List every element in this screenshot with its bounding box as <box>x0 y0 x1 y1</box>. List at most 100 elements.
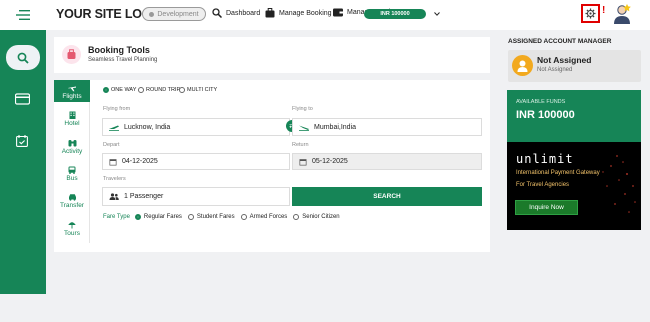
luggage-icon <box>67 49 76 59</box>
tab-flights[interactable]: Flights <box>54 80 90 102</box>
users-icon <box>109 193 119 200</box>
fare-regular-radio[interactable] <box>134 214 141 220</box>
booking-tools-card <box>54 37 490 73</box>
tab-flights-label: Flights <box>62 93 82 100</box>
fare-student-radio[interactable] <box>187 214 194 220</box>
trip-type-round-trip[interactable]: ROUND TRIP <box>138 87 180 93</box>
sidebar-item-wallet[interactable] <box>15 93 30 105</box>
flying-to-value: Mumbai,India <box>314 123 357 131</box>
booking-tools-title: Booking Tools <box>88 45 150 55</box>
flying-from-input[interactable]: Lucknow, India <box>102 118 290 136</box>
tab-bus[interactable]: Bus <box>54 166 90 182</box>
depart-date-value: 04-12-2025 <box>122 158 158 165</box>
booking-tabs <box>54 80 90 243</box>
flying-from-label: Flying from <box>103 106 131 112</box>
manager-name: Not Assigned <box>537 55 592 65</box>
inquire-now-button[interactable]: Inquire Now <box>515 200 578 215</box>
alert-icon: ! <box>602 5 606 16</box>
nav-manage-booking-label: Manage Booking <box>279 9 332 17</box>
umbrella-icon <box>68 222 76 229</box>
calendar-check-icon <box>16 135 28 147</box>
tab-tours-label: Tours <box>64 230 80 237</box>
return-label: Return <box>292 142 309 148</box>
trip-type-multi-city-label: MULTI CITY <box>187 87 218 93</box>
travelers-label: Travelers <box>103 176 126 182</box>
landing-icon <box>299 125 309 131</box>
booking-tools-subtitle: Seamless Travel Planning <box>88 57 158 63</box>
hamburger-icon <box>16 10 30 20</box>
nav-dashboard-label: Dashboard <box>226 9 261 17</box>
calendar-icon <box>299 158 307 165</box>
fare-type-row: Fare Type Regular Fares Student Fares Ar… <box>103 214 340 220</box>
ad-line-1: International Payment Gateway <box>516 170 600 176</box>
fare-armed-forces-label: Armed Forces <box>249 214 288 220</box>
footer-left <box>0 294 46 322</box>
depart-date-input[interactable]: 04-12-2025 <box>102 153 290 170</box>
tab-activity[interactable]: Activity <box>54 139 90 155</box>
fare-type-label: Fare Type <box>103 214 130 220</box>
flying-to-input[interactable]: Mumbai,India <box>292 118 482 136</box>
footer <box>46 294 650 322</box>
takeoff-icon <box>109 125 119 131</box>
environment-badge: Development <box>142 7 206 21</box>
travelers-input[interactable]: 1 Passenger <box>102 187 290 206</box>
settings-button[interactable] <box>581 4 600 23</box>
chevron-down-icon <box>434 12 440 16</box>
tab-bus-label: Bus <box>66 175 78 182</box>
hotel-icon <box>69 111 75 119</box>
manager-avatar <box>512 55 533 76</box>
plane-icon <box>68 86 76 92</box>
return-date-input[interactable]: 05-12-2025 <box>292 153 482 170</box>
sidebar-item-search[interactable] <box>6 45 40 70</box>
fare-senior-radio[interactable] <box>293 214 300 220</box>
radio-icon <box>103 87 109 93</box>
sidebar-item-calendar[interactable] <box>16 135 28 147</box>
depart-label: Depart <box>103 142 120 148</box>
environment-label: Development <box>157 10 199 18</box>
ad-line-2: For Travel Agencies <box>516 182 570 188</box>
status-dot-icon <box>149 11 155 17</box>
user-avatar[interactable] <box>612 3 632 25</box>
booking-tools-icon <box>62 45 81 64</box>
funds-badge[interactable]: INR 100000 <box>364 9 440 19</box>
tab-transfer-label: Transfer <box>60 202 84 209</box>
car-icon <box>68 194 76 201</box>
available-funds-value: INR 100000 <box>516 109 575 121</box>
wallet-icon <box>333 8 343 17</box>
return-date-value: 05-12-2025 <box>312 158 348 165</box>
nav-manage-booking[interactable]: Manage Booking <box>265 8 332 18</box>
account-manager-heading: ASSIGNED ACCOUNT MANAGER <box>508 38 612 45</box>
travelers-value: 1 Passenger <box>124 193 164 200</box>
flying-to-label: Flying to <box>292 106 313 112</box>
available-funds-label: AVAILABLE FUNDS <box>516 99 566 105</box>
radio-icon <box>138 87 144 93</box>
trip-type-multi-city[interactable]: MULTI CITY <box>179 87 217 93</box>
fare-regular-label: Regular Fares <box>143 214 182 220</box>
tab-hotel[interactable]: Hotel <box>54 111 90 127</box>
calendar-icon <box>109 158 117 165</box>
tab-activity-label: Activity <box>61 148 83 155</box>
fare-armed-forces-radio[interactable] <box>240 214 247 220</box>
flying-from-value: Lucknow, India <box>124 123 171 131</box>
tab-hotel-label: Hotel <box>64 120 80 127</box>
fare-student-label: Student Fares <box>196 214 235 220</box>
menu-toggle-button[interactable] <box>0 0 46 30</box>
gear-icon <box>585 8 596 19</box>
trip-type-one-way-label: ONE WAY <box>111 87 137 93</box>
tab-transfer[interactable]: Transfer <box>54 193 90 209</box>
manager-subtext: Not Assigned <box>537 67 573 73</box>
wallet-icon <box>15 93 30 105</box>
briefcase-icon <box>265 8 275 18</box>
binoculars-icon <box>68 140 76 147</box>
search-button[interactable]: SEARCH <box>292 187 482 206</box>
funds-badge-value: INR 100000 <box>380 11 410 17</box>
tab-tours[interactable]: Tours <box>54 221 90 237</box>
trip-type-round-trip-label: ROUND TRIP <box>146 87 181 93</box>
search-icon <box>17 52 29 64</box>
search-icon <box>212 8 222 18</box>
nav-dashboard[interactable]: Dashboard <box>212 8 260 18</box>
bus-icon <box>68 166 76 174</box>
ad-brand: unlimit <box>516 152 574 166</box>
radio-icon <box>179 87 185 93</box>
trip-type-one-way[interactable]: ONE WAY <box>103 87 136 93</box>
